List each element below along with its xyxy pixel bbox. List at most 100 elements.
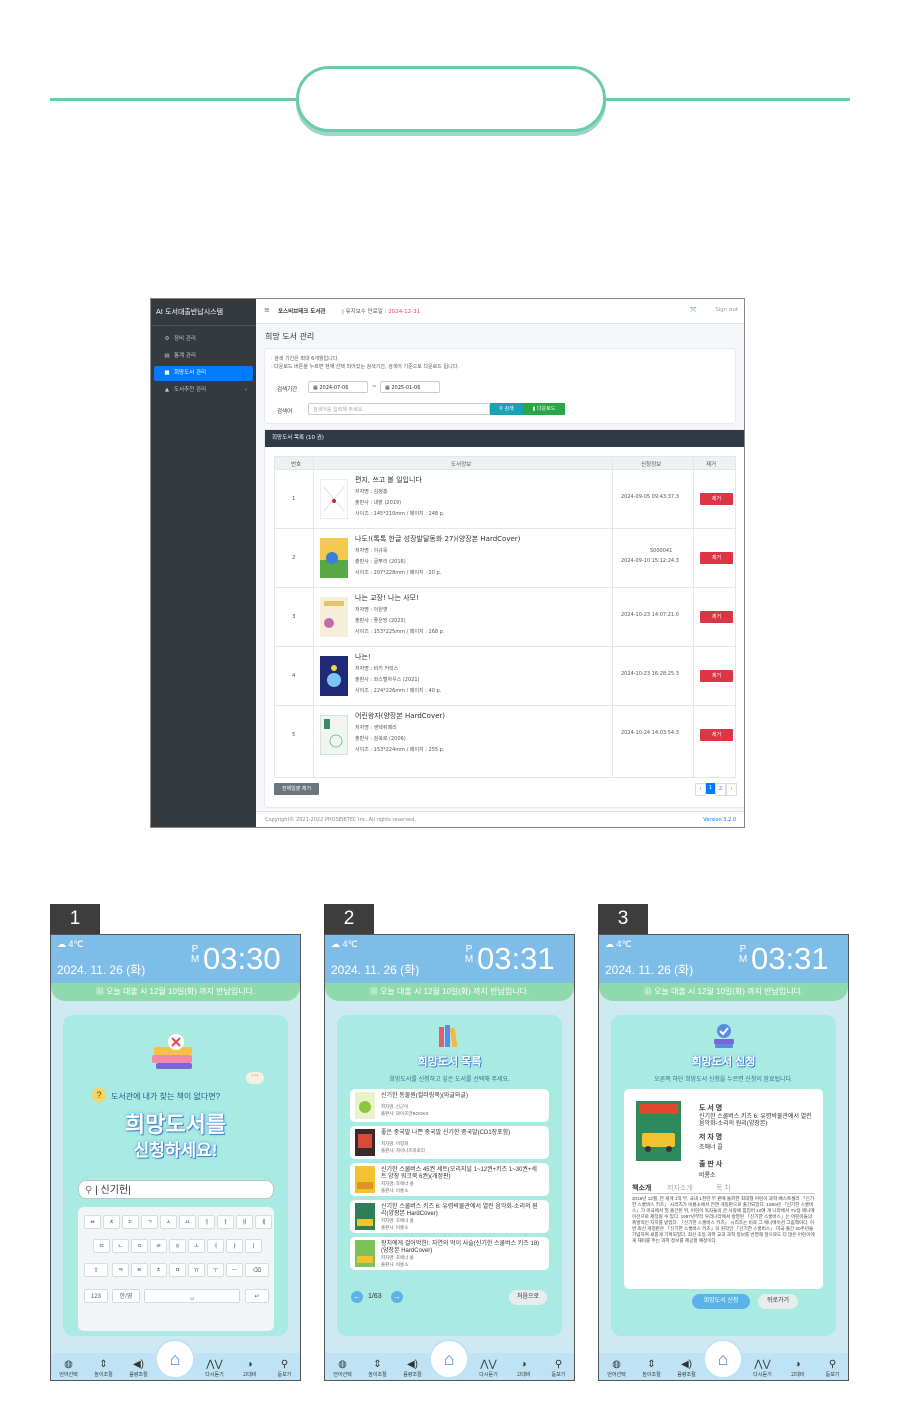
keyboard-key[interactable]: ㅏ	[226, 1239, 243, 1253]
keyboard-key[interactable]: ㅣ	[245, 1239, 262, 1253]
shift-key-icon[interactable]: ⇧	[84, 1263, 108, 1277]
keyboard-key[interactable]: ㅂ	[84, 1215, 101, 1229]
keyboard-key[interactable]: ㅕ	[198, 1215, 215, 1229]
height-icon: ⇕	[373, 1359, 382, 1370]
date-to-input[interactable]: ▦ 2025-01-06	[380, 381, 440, 393]
nav-item[interactable]: ◀) 음량조절	[121, 1358, 156, 1378]
date-from-input[interactable]: ▦ 2024-07-06	[308, 381, 368, 393]
nav-label: 다시듣기	[753, 1372, 772, 1378]
search-input[interactable]: ⚲ | 신기헌|	[78, 1180, 274, 1199]
keyboard-key[interactable]: ㅅ	[160, 1215, 177, 1229]
home-button[interactable]: ⌂	[429, 1339, 469, 1379]
nav-item[interactable]: ⇕ 높이조절	[86, 1358, 121, 1378]
nav-item[interactable]: ◑ 고대비	[232, 1358, 267, 1378]
space-key-icon[interactable]: ␣	[144, 1289, 240, 1303]
menu-icon[interactable]: ≡	[264, 306, 270, 314]
keyboard-key[interactable]: ㅋ	[112, 1263, 129, 1277]
keyboard-key[interactable]: ㄹ	[150, 1239, 167, 1253]
book-cover-image	[355, 1092, 375, 1119]
nav-item[interactable]: ◀) 음량조절	[669, 1358, 704, 1378]
keyboard-key[interactable]: ㅔ	[255, 1215, 272, 1229]
keyboard-key[interactable]: ㅡ	[226, 1263, 243, 1277]
keyboard-key[interactable]: ㅈ	[103, 1215, 120, 1229]
next-page-button[interactable]: →	[391, 1291, 403, 1303]
keyboard-key[interactable]: ㅛ	[179, 1215, 196, 1229]
keyboard-key[interactable]: ㄱ	[141, 1215, 158, 1229]
keyboard-key[interactable]: ㅜ	[207, 1263, 224, 1277]
backspace-key-icon[interactable]: ⌫	[245, 1263, 269, 1277]
search-button[interactable]: ⚲ 검색	[490, 403, 523, 415]
nav-item[interactable]: ◑ 고대비	[506, 1358, 541, 1378]
nav-item[interactable]: ⇕ 높이조절	[360, 1358, 395, 1378]
keyboard-key[interactable]: ㅑ	[217, 1215, 234, 1229]
page-1[interactable]: 1	[706, 783, 715, 794]
keyboard-key[interactable]: ㅠ	[188, 1263, 205, 1277]
nav-item[interactable]: ⚲ 돋보기	[815, 1358, 848, 1378]
keyboard-key[interactable]: ㅇ	[131, 1239, 148, 1253]
nav-item[interactable]: ◑ 고대비	[780, 1358, 815, 1378]
prev-page-button[interactable]: ←	[351, 1291, 363, 1303]
list-item[interactable]: 신기한 스쿨버스 45권 세트(오리지널 1~12권+키즈 1~30권+세트 양…	[350, 1163, 549, 1196]
keyboard-key[interactable]: ㅁ	[93, 1239, 110, 1253]
tab-toc[interactable]: 목 차	[716, 1183, 731, 1193]
tab-intro[interactable]: 책소개	[632, 1183, 651, 1193]
page-next[interactable]: ›	[726, 783, 737, 796]
nav-item[interactable]: ⇕ 높이조절	[634, 1358, 669, 1378]
language-toggle-key[interactable]: 한/영	[112, 1289, 140, 1303]
keyboard-key[interactable]: ㅎ	[169, 1239, 186, 1253]
list-item[interactable]: 신기한 동물원(컬러링북)(와글와글) 저자명: 신군이 출판사: 와이즈만BO…	[350, 1089, 549, 1122]
sidebar-item-wishbook[interactable]: ■ 희망도서 관리	[154, 366, 253, 381]
period-label: 검색기간	[277, 387, 298, 393]
list-item[interactable]: 좋은 중국말 나쁜 중국말 신기한 중국말(CD1장포함) 저자명: 이정화 출…	[350, 1126, 549, 1159]
apply-button[interactable]: 희망도서 신청	[692, 1294, 750, 1309]
nav-item[interactable]: ⋀⋁ 다시듣기	[471, 1358, 506, 1378]
number-mode-key[interactable]: 123	[84, 1289, 108, 1303]
keyboard-key[interactable]: ㅐ	[236, 1215, 253, 1229]
remove-button[interactable]: 제거	[700, 552, 733, 564]
remove-button[interactable]: 제거	[700, 729, 733, 741]
keyword-input[interactable]: 검색어를 입력해 주세요.	[308, 403, 490, 415]
status-bar: ☁ 4℃ 2024. 11. 26 (화) PM 03:30	[51, 935, 300, 983]
weather: ☁ 4℃	[331, 939, 358, 949]
sidebar-item-stats[interactable]: ▤ 통계 관리	[154, 349, 253, 364]
keyboard-key[interactable]: ㅗ	[188, 1239, 205, 1253]
keyboard-key[interactable]: ㅌ	[131, 1263, 148, 1277]
page-title: 희망 도서 관리	[265, 332, 315, 341]
nav-item[interactable]: ◀) 음량조절	[395, 1358, 430, 1378]
home-button[interactable]: ⌂	[703, 1339, 743, 1379]
sidebar-item-recommend[interactable]: ▲ 도서추천 관리 ‹	[154, 383, 253, 398]
remove-button[interactable]: 제거	[700, 611, 733, 623]
sidebar-item-equipment[interactable]: ⚙ 장비 관리	[154, 332, 253, 347]
nav-item[interactable]: ⋀⋁ 다시듣기	[197, 1358, 232, 1378]
book-cover-image	[320, 597, 348, 637]
nav-item[interactable]: ⋀⋁ 다시듣기	[745, 1358, 780, 1378]
nav-item[interactable]: ◍ 언어선택	[325, 1358, 360, 1378]
remove-all-button[interactable]: 전체일괄 제거	[274, 783, 319, 795]
page-2[interactable]: 2	[715, 783, 726, 796]
keyboard-key[interactable]: ㅓ	[207, 1239, 224, 1253]
first-page-button[interactable]: 처음으로	[509, 1290, 547, 1305]
list-item[interactable]: 신기한 스쿨버스 키즈 6: 유령박물관에서 열린 음악회-소리의 원리(양장본…	[350, 1200, 549, 1233]
fullscreen-icon[interactable]: ⤧	[690, 306, 696, 315]
keyboard-key[interactable]: ㅊ	[150, 1263, 167, 1277]
nav-item[interactable]: ⚲ 돋보기	[267, 1358, 300, 1378]
sign-out-link[interactable]: Sign out	[715, 307, 738, 313]
nav-item[interactable]: ⚲ 돋보기	[541, 1358, 574, 1378]
nav-item[interactable]: ◍ 언어선택	[51, 1358, 86, 1378]
home-button[interactable]: ⌂	[155, 1339, 195, 1379]
keyboard-key[interactable]: ㄴ	[112, 1239, 129, 1253]
remove-button[interactable]: 제거	[700, 670, 733, 682]
tab-author[interactable]: 저자소개	[667, 1183, 693, 1193]
back-button[interactable]: 뒤로가기	[758, 1294, 798, 1309]
enter-key-icon[interactable]: ↵	[245, 1289, 269, 1303]
keyboard-key[interactable]: ㅍ	[169, 1263, 186, 1277]
remove-button[interactable]: 제거	[700, 493, 733, 505]
contrast-icon: ◑	[794, 1359, 801, 1370]
download-button[interactable]: ▮ 다운로드	[523, 403, 565, 415]
bottom-nav: ◍ 언어선택 ⇕ 높이조절 ◀) 음량조절 ⌂ ⋀⋁ 다시듣기 ◑ 고대비 ⚲ 돋보기	[325, 1339, 574, 1380]
book-title-label: 도 서 명	[699, 1105, 723, 1112]
list-item[interactable]: 장치에게 걸어먹힌!: 자연의 먹이 사슬(신기한 스쿨버스 키즈 18)(양장…	[350, 1237, 549, 1270]
page-prev[interactable]: ‹	[695, 783, 706, 796]
nav-item[interactable]: ◍ 언어선택	[599, 1358, 634, 1378]
keyboard-key[interactable]: ㄷ	[122, 1215, 139, 1229]
